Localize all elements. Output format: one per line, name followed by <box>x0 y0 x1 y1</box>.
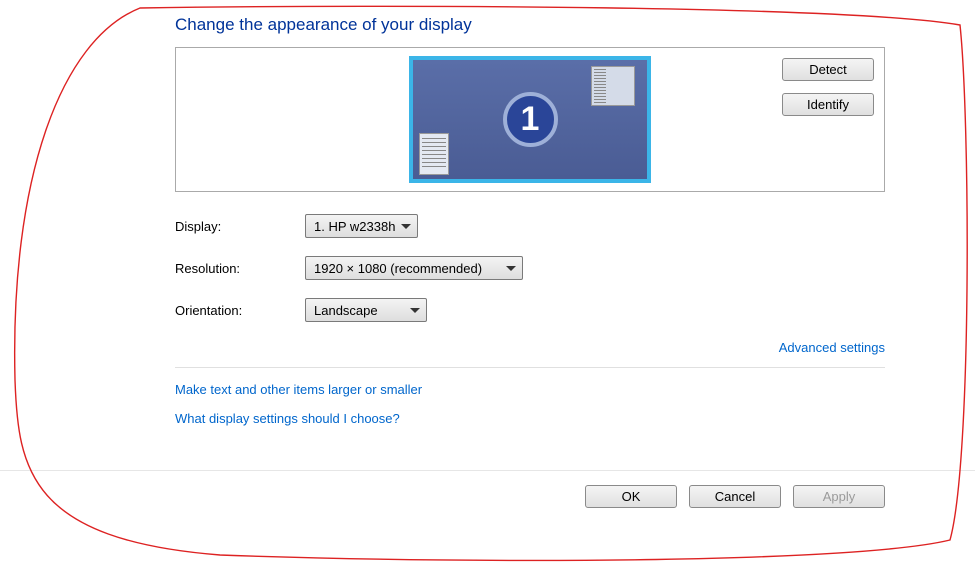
page-title: Change the appearance of your display <box>175 15 885 35</box>
text-size-link[interactable]: Make text and other items larger or smal… <box>175 382 885 397</box>
help-link[interactable]: What display settings should I choose? <box>175 411 885 426</box>
display-dropdown[interactable]: 1. HP w2338h <box>305 214 418 238</box>
monitor-number-badge: 1 <box>503 92 558 147</box>
resolution-dropdown[interactable]: 1920 × 1080 (recommended) <box>305 256 523 280</box>
orientation-dropdown[interactable]: Landscape <box>305 298 427 322</box>
advanced-settings-link[interactable]: Advanced settings <box>779 340 885 355</box>
orientation-label: Orientation: <box>175 303 305 318</box>
resolution-label: Resolution: <box>175 261 305 276</box>
window-icon <box>591 66 635 106</box>
dialog-footer: OK Cancel Apply <box>0 470 975 508</box>
cancel-button[interactable]: Cancel <box>689 485 781 508</box>
monitor-thumbnail[interactable]: 1 <box>409 56 651 183</box>
identify-button[interactable]: Identify <box>782 93 874 116</box>
detect-button[interactable]: Detect <box>782 58 874 81</box>
divider <box>175 367 885 368</box>
display-preview: 1 Detect Identify <box>175 47 885 192</box>
apply-button[interactable]: Apply <box>793 485 885 508</box>
window-icon <box>419 133 449 175</box>
display-label: Display: <box>175 219 305 234</box>
ok-button[interactable]: OK <box>585 485 677 508</box>
